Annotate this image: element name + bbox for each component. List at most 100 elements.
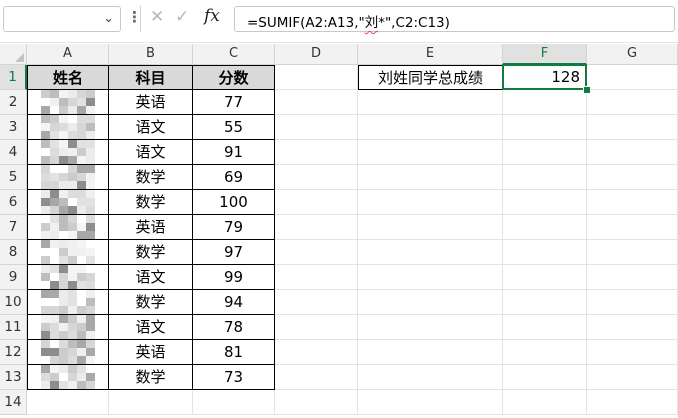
row-header-5[interactable]: 5 (0, 165, 27, 190)
cell[interactable] (503, 390, 587, 415)
select-all-button[interactable] (0, 44, 27, 65)
cell[interactable] (587, 365, 678, 390)
column-header-g[interactable]: G (587, 44, 678, 65)
cell[interactable] (358, 265, 503, 290)
row-header-7[interactable]: 7 (0, 215, 27, 240)
table-header-cell[interactable]: 科目 (109, 65, 193, 90)
row-header-14[interactable]: 14 (0, 390, 27, 415)
table-header-cell[interactable]: 分数 (193, 65, 275, 90)
cell[interactable] (358, 290, 503, 315)
cell[interactable] (275, 90, 358, 115)
cell[interactable] (358, 165, 503, 190)
cell[interactable] (358, 115, 503, 140)
cell[interactable] (358, 365, 503, 390)
summary-value-cell[interactable]: 128 (503, 65, 587, 90)
table-header-cell[interactable]: 姓名 (27, 65, 109, 90)
subject-cell[interactable]: 数学 (109, 240, 193, 265)
cell[interactable] (275, 265, 358, 290)
cell[interactable] (358, 390, 503, 415)
cell[interactable] (587, 90, 678, 115)
cell[interactable] (275, 240, 358, 265)
column-header-b[interactable]: B (109, 44, 193, 65)
score-cell[interactable]: 77 (193, 90, 275, 115)
subject-cell[interactable]: 数学 (109, 190, 193, 215)
cell[interactable] (358, 215, 503, 240)
score-cell[interactable]: 94 (193, 290, 275, 315)
cell[interactable] (358, 140, 503, 165)
cell[interactable] (587, 215, 678, 240)
cell[interactable] (503, 190, 587, 215)
cell[interactable] (587, 340, 678, 365)
row-header-10[interactable]: 10 (0, 290, 27, 315)
row-header-3[interactable]: 3 (0, 115, 27, 140)
cell[interactable] (503, 290, 587, 315)
cell[interactable] (503, 215, 587, 240)
subject-cell[interactable]: 英语 (109, 215, 193, 240)
column-header-c[interactable]: C (193, 44, 275, 65)
cancel-icon[interactable]: ✕ (150, 7, 164, 27)
fill-handle[interactable] (583, 86, 591, 94)
cell[interactable] (587, 265, 678, 290)
cell[interactable] (587, 140, 678, 165)
cell[interactable] (358, 340, 503, 365)
subject-cell[interactable]: 语文 (109, 265, 193, 290)
cell[interactable] (503, 340, 587, 365)
row-header-8[interactable]: 8 (0, 240, 27, 265)
cell[interactable] (358, 190, 503, 215)
column-header-f[interactable]: F (503, 44, 587, 65)
subject-cell[interactable]: 语文 (109, 140, 193, 165)
row-header-4[interactable]: 4 (0, 140, 27, 165)
cell[interactable] (275, 315, 358, 340)
subject-cell[interactable]: 数学 (109, 290, 193, 315)
name-box[interactable]: ⌄ (3, 6, 121, 32)
subject-cell[interactable]: 英语 (109, 340, 193, 365)
cell[interactable] (587, 165, 678, 190)
cell[interactable] (109, 390, 193, 415)
cell[interactable] (275, 140, 358, 165)
subject-cell[interactable]: 数学 (109, 165, 193, 190)
row-header-2[interactable]: 2 (0, 90, 27, 115)
row-header-11[interactable]: 11 (0, 315, 27, 340)
cell[interactable] (193, 390, 275, 415)
cell[interactable] (275, 190, 358, 215)
cell[interactable] (27, 390, 109, 415)
cell[interactable] (587, 315, 678, 340)
chevron-down-icon[interactable]: ⌄ (103, 11, 114, 26)
cell[interactable] (275, 340, 358, 365)
score-cell[interactable]: 69 (193, 165, 275, 190)
cell[interactable] (275, 290, 358, 315)
score-cell[interactable]: 73 (193, 365, 275, 390)
subject-cell[interactable]: 数学 (109, 365, 193, 390)
cell[interactable] (587, 240, 678, 265)
cell[interactable] (503, 240, 587, 265)
row-header-12[interactable]: 12 (0, 340, 27, 365)
cell[interactable] (503, 265, 587, 290)
column-header-a[interactable]: A (27, 44, 109, 65)
score-cell[interactable]: 100 (193, 190, 275, 215)
cell[interactable] (275, 165, 358, 190)
cell[interactable] (503, 365, 587, 390)
score-cell[interactable]: 79 (193, 215, 275, 240)
row-header-6[interactable]: 6 (0, 190, 27, 215)
insert-function-icon[interactable]: fx (204, 6, 220, 26)
cell[interactable] (503, 165, 587, 190)
cell[interactable] (358, 315, 503, 340)
cell[interactable] (503, 115, 587, 140)
row-header-1[interactable]: 1 (0, 65, 27, 90)
cell[interactable] (587, 190, 678, 215)
cell[interactable] (275, 365, 358, 390)
score-cell[interactable]: 81 (193, 340, 275, 365)
cell[interactable] (503, 140, 587, 165)
cell[interactable] (503, 315, 587, 340)
cell[interactable] (275, 390, 358, 415)
summary-label-cell[interactable]: 刘姓同学总成绩 (358, 65, 503, 90)
cell[interactable] (587, 290, 678, 315)
cell[interactable] (587, 115, 678, 140)
subject-cell[interactable]: 语文 (109, 315, 193, 340)
cell[interactable] (358, 90, 503, 115)
score-cell[interactable]: 97 (193, 240, 275, 265)
cell[interactable] (587, 390, 678, 415)
score-cell[interactable]: 99 (193, 265, 275, 290)
row-header-13[interactable]: 13 (0, 365, 27, 390)
subject-cell[interactable]: 英语 (109, 90, 193, 115)
